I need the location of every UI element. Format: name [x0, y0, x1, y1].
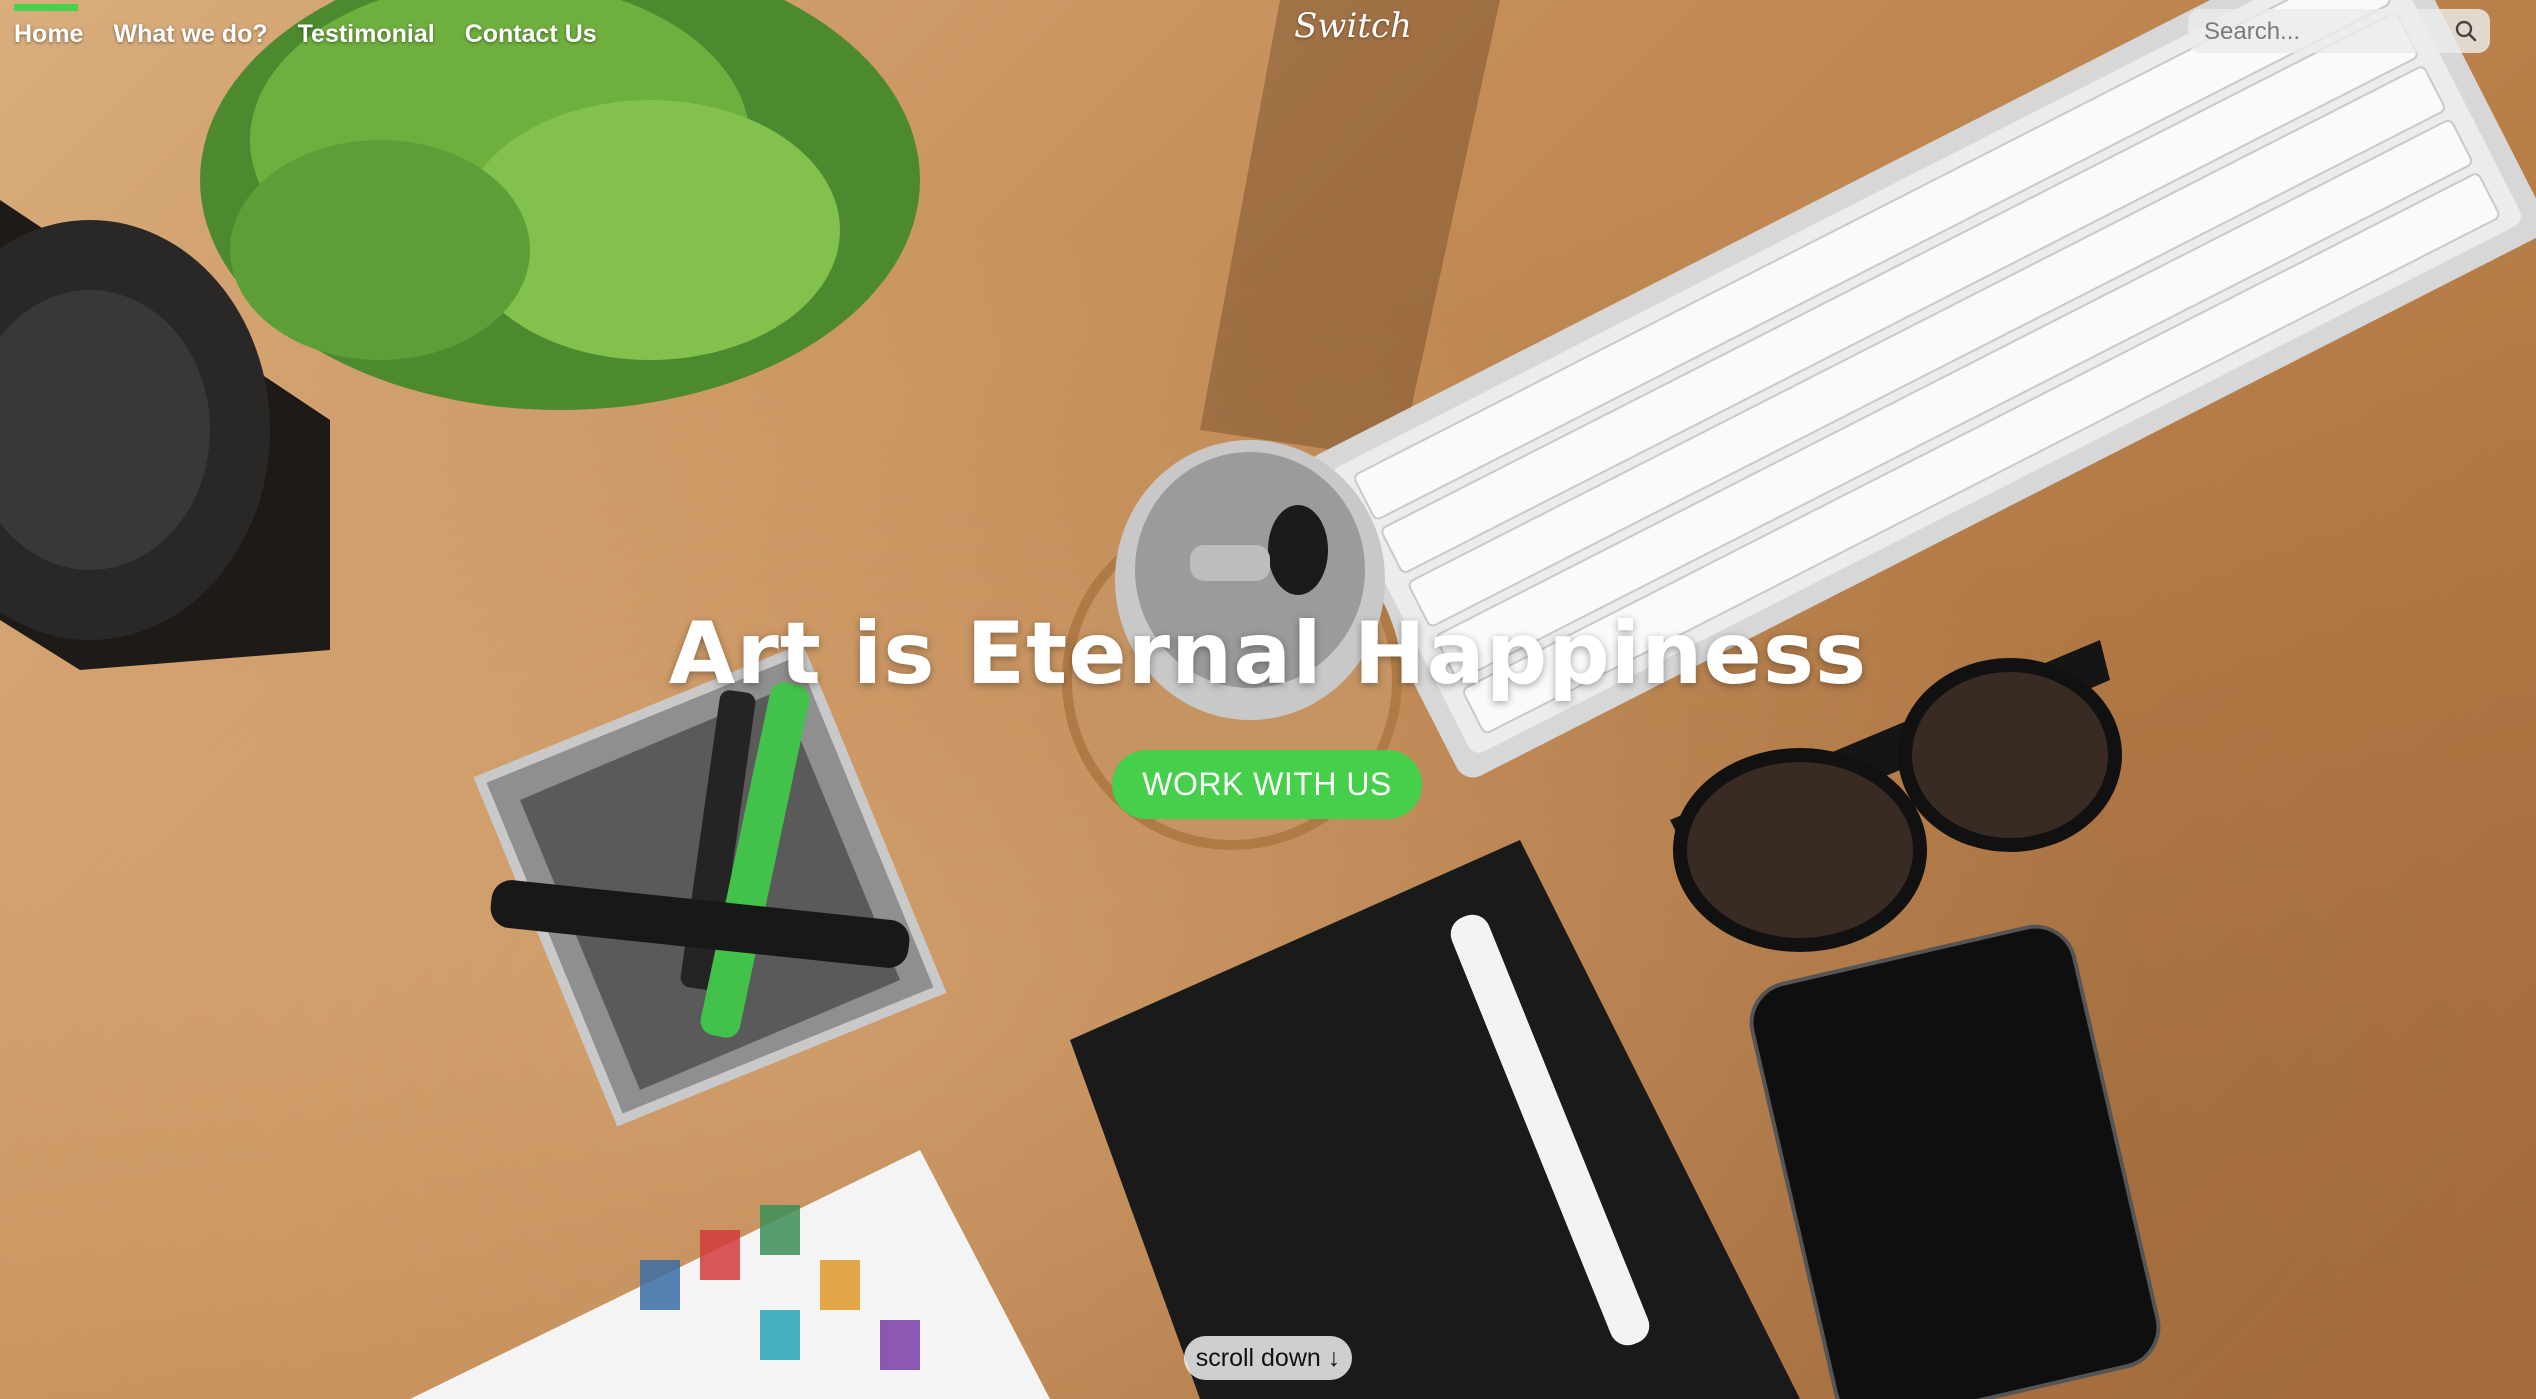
notebook-image: [1070, 840, 1800, 1399]
nav-item-testimonial[interactable]: Testimonial: [298, 0, 435, 49]
nav-item-what-we-do[interactable]: What we do?: [113, 0, 267, 49]
phone-image: [1749, 924, 2161, 1399]
nav-item-contact-us[interactable]: Contact Us: [465, 0, 597, 49]
work-with-us-button[interactable]: WORK WITH US: [1112, 750, 1422, 819]
scroll-down-button[interactable]: scroll down ↓: [1184, 1336, 1352, 1380]
top-navigation: Home What we do? Testimonial Contact Us …: [0, 0, 2536, 70]
hero-section: Home What we do? Testimonial Contact Us …: [0, 0, 2536, 1399]
hero-headline: Art is Eternal Happiness: [668, 604, 1868, 704]
nav-item-home[interactable]: Home: [14, 0, 83, 49]
search-input[interactable]: [2202, 9, 2436, 55]
pen-holder-image: [473, 643, 947, 1127]
tablet-image: [410, 1150, 1050, 1399]
search-icon[interactable]: [2454, 19, 2478, 43]
nav-menu: Home What we do? Testimonial Contact Us: [14, 0, 597, 49]
search-box: [2188, 9, 2490, 55]
brand-logo[interactable]: Switch: [1268, 6, 1438, 46]
